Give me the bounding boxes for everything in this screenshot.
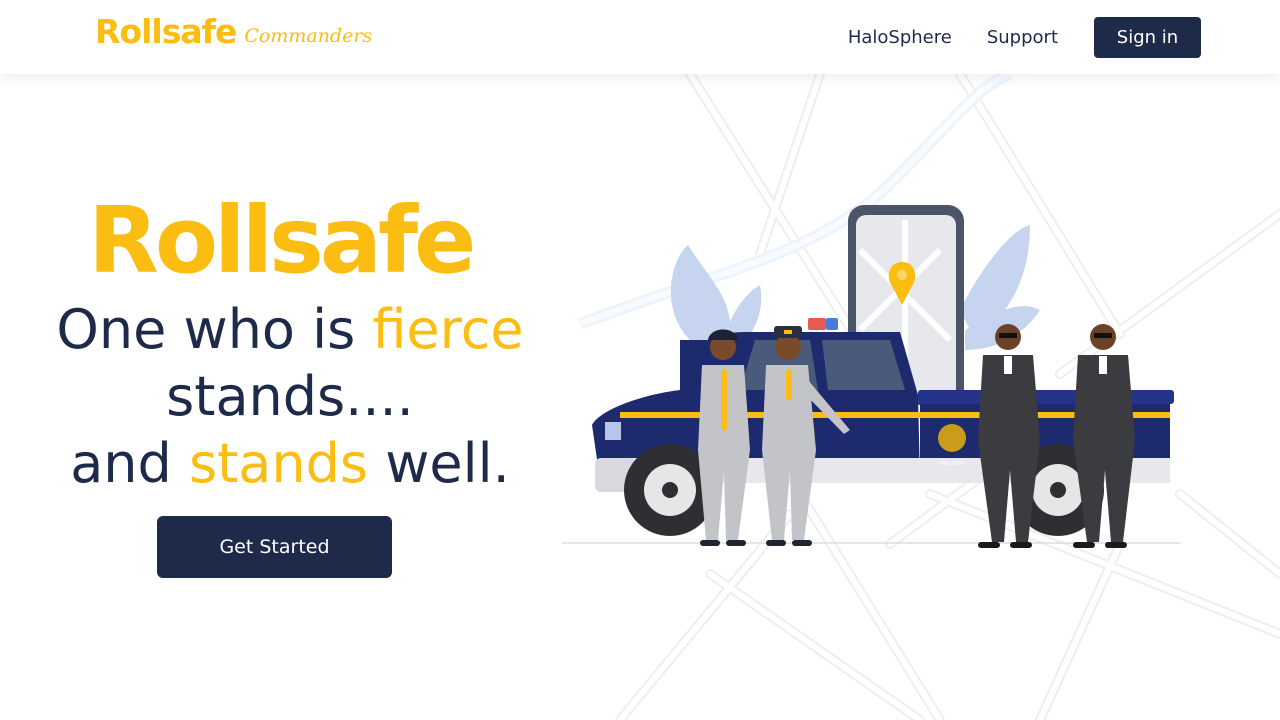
tagline-text: One who is <box>56 298 373 361</box>
brand-subtitle: Commanders <box>244 25 373 47</box>
top-navbar: Rollsafe Commanders HaloSphere Support S… <box>0 0 1280 74</box>
tagline-line-2: stands.... <box>166 365 414 428</box>
tagline-text: well. <box>368 432 510 495</box>
tagline-line-3: and stands well. <box>30 430 550 497</box>
tagline-line-1: One who is fierce <box>30 296 550 363</box>
tagline-accent-stands: stands <box>188 432 369 495</box>
brand-name: Rollsafe <box>95 12 237 51</box>
nav-link-support[interactable]: Support <box>987 27 1058 48</box>
hero-logo-text: Rollsafe <box>88 187 476 294</box>
hero-illustration: HALOGEN <box>562 205 1180 548</box>
tagline-accent-fierce: fierce <box>372 298 524 361</box>
brand-logo[interactable]: Rollsafe Commanders <box>95 12 372 52</box>
nav-link-halosphere[interactable]: HaloSphere <box>848 27 952 48</box>
tagline-text: and <box>70 432 189 495</box>
hero-tagline: One who is fierce stands.... and stands … <box>30 296 550 497</box>
guard-figure-3 <box>978 324 1040 548</box>
main-nav: HaloSphere Support Sign in <box>848 0 1280 74</box>
get-started-button[interactable]: Get Started <box>157 516 392 578</box>
sign-in-button[interactable]: Sign in <box>1094 16 1201 58</box>
truck-emblem-text: HALOGEN <box>940 461 965 467</box>
